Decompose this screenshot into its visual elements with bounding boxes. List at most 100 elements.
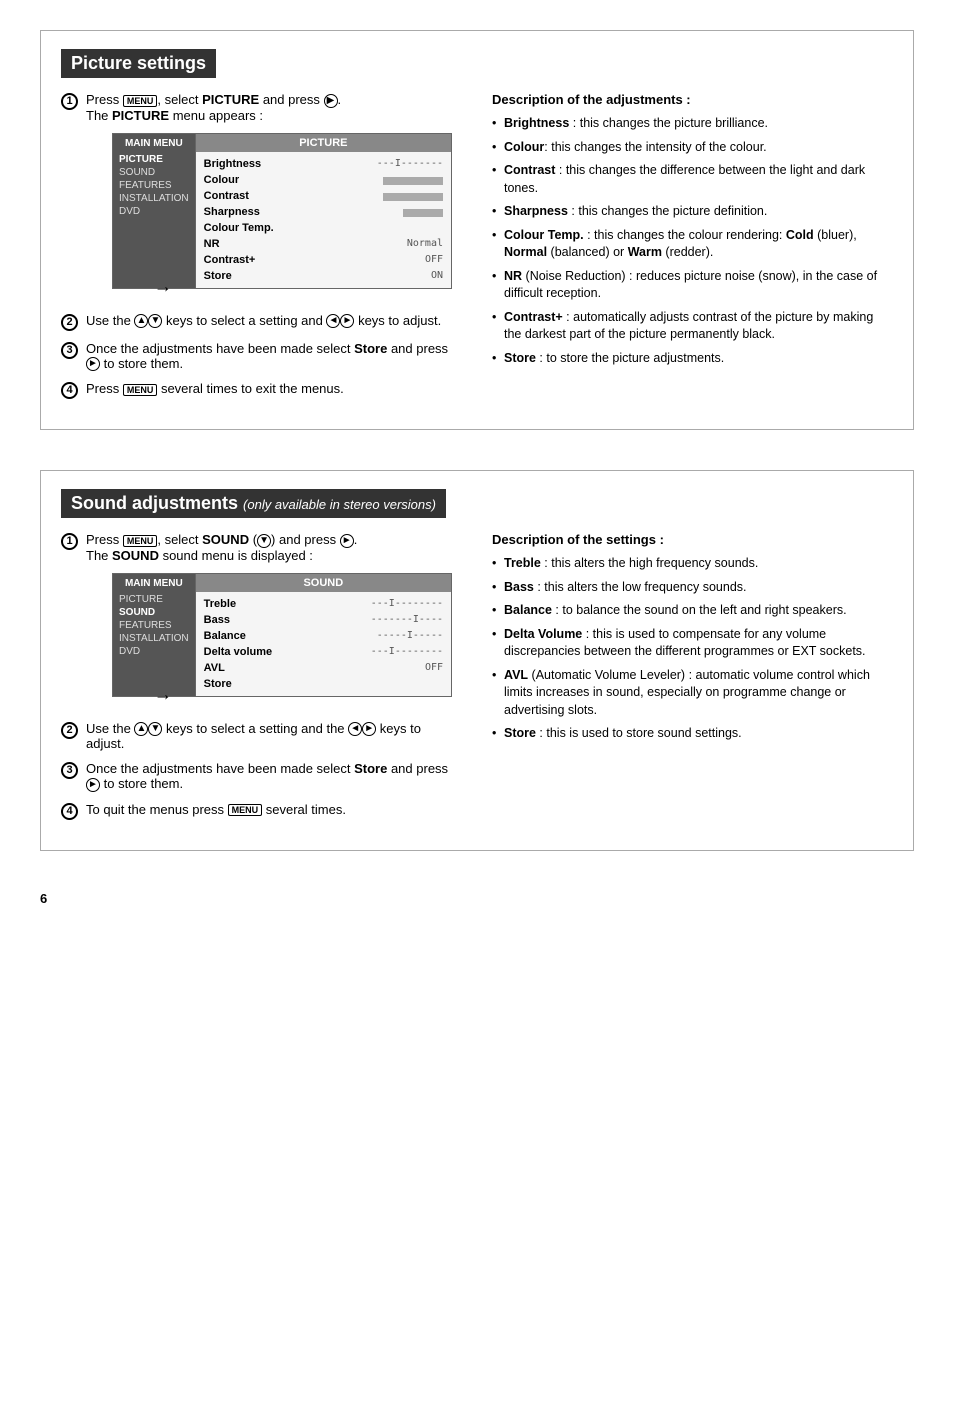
menu-arrow: →	[154, 276, 172, 297]
step1-content: Press MENU, select PICTURE and press ▶. …	[86, 92, 462, 299]
picture-settings-section: Picture settings 1 Press MENU, select PI…	[40, 30, 914, 430]
sound-step1-circle: 1	[61, 533, 78, 550]
desc-contrast: Contrast : this changes the difference b…	[492, 162, 893, 197]
sound-left-col: 1 Press MENU, select SOUND (▼) and press…	[61, 532, 462, 830]
picture-settings-title: Picture settings	[71, 53, 206, 73]
picture-step1: 1 Press MENU, select PICTURE and press ▶…	[61, 92, 462, 299]
sound-right-col: Description of the settings : Treble : t…	[492, 532, 893, 830]
balance-value: -----I-----	[377, 630, 443, 642]
menu-row-treble: Treble ---I--------	[204, 596, 443, 612]
desc-sound-store: Store : this is used to store sound sett…	[492, 725, 893, 743]
sound-menu-item-sound: SOUND	[119, 606, 189, 619]
sound-down-icon: ▼	[148, 722, 162, 736]
sound-bold: SOUND	[202, 532, 249, 547]
nr-label: NR	[204, 238, 220, 250]
step1-line2: The PICTURE menu appears :	[86, 108, 462, 123]
contrast-bar	[383, 193, 443, 201]
menu-row-avl: AVL OFF	[204, 660, 443, 676]
menu-row-nr: NR Normal	[204, 236, 443, 252]
menu-right-panel: PICTURE Brightness ---I------- Colour	[195, 134, 451, 288]
sound-menu-icon: MENU	[123, 535, 158, 547]
brightness-label: Brightness	[204, 158, 261, 170]
colour-temp-label: Colour Temp.	[204, 222, 274, 234]
picture-settings-header: Picture settings	[61, 49, 216, 78]
sound-left-icon: ◄	[348, 722, 362, 736]
picture-step4: 4 Press MENU several times to exit the m…	[61, 381, 462, 399]
right-circle-icon: ►	[86, 357, 100, 371]
picture-desc-title: Description of the adjustments :	[492, 92, 893, 107]
sound-settings-header: Sound adjustments (only available in ste…	[61, 489, 446, 518]
delta-volume-value: ---I--------	[371, 646, 443, 658]
sound-content: 1 Press MENU, select SOUND (▼) and press…	[61, 532, 893, 830]
delta-volume-label: Delta volume	[204, 646, 272, 658]
picture-bold2: PICTURE	[112, 108, 169, 123]
sound-settings-subtitle: (only available in stereo versions)	[243, 497, 436, 512]
left-arrow-icon: ◄	[326, 314, 340, 328]
main-menu-title: MAIN MENU	[119, 138, 189, 149]
desc-delta-volume: Delta Volume : this is used to compensat…	[492, 626, 893, 661]
avl-value: OFF	[425, 662, 443, 674]
menu-item-picture: PICTURE	[119, 153, 189, 166]
sound-step2-circle: 2	[61, 722, 78, 739]
picture-right-col: Description of the adjustments : Brightn…	[492, 92, 893, 409]
picture-menu-title: PICTURE	[196, 134, 451, 152]
treble-value: ---I--------	[371, 598, 443, 610]
right-circle-icon2: ►	[340, 534, 354, 548]
picture-step3: 3 Once the adjustments have been made se…	[61, 341, 462, 372]
sound-menu-icon2: MENU	[228, 804, 263, 816]
brightness-value: ---I-------	[377, 158, 443, 170]
sound-step4-circle: 4	[61, 803, 78, 820]
menu-item-sound: SOUND	[119, 166, 189, 179]
contrast-label: Contrast	[204, 190, 249, 202]
menu-item-installation: INSTALLATION	[119, 192, 189, 205]
step4-circle: 4	[61, 382, 78, 399]
sound-menu-items: Treble ---I-------- Bass -------I---- Ba…	[196, 592, 451, 696]
sound-step2-content: Use the ▲▼ keys to select a setting and …	[86, 721, 462, 752]
menu-row-balance: Balance -----I-----	[204, 628, 443, 644]
sound-step3-circle: 3	[61, 762, 78, 779]
step2-content: Use the ▲▼ keys to select a setting and …	[86, 313, 462, 329]
picture-content: 1 Press MENU, select PICTURE and press ▶…	[61, 92, 893, 409]
step2-circle: 2	[61, 314, 78, 331]
desc-brightness: Brightness : this changes the picture br…	[492, 115, 893, 133]
step3-circle: 3	[61, 342, 78, 359]
picture-left-col: 1 Press MENU, select PICTURE and press ▶…	[61, 92, 462, 409]
desc-colour-temp: Colour Temp. : this changes the colour r…	[492, 227, 893, 262]
sound-step4-content: To quit the menus press MENU several tim…	[86, 802, 462, 817]
sound-up-icon: ▲	[134, 722, 148, 736]
step3-content: Once the adjustments have been made sele…	[86, 341, 462, 372]
menu-icon: MENU	[123, 95, 158, 107]
menu-row-sharpness: Sharpness	[204, 204, 443, 220]
down-circle-icon: ▼	[257, 534, 271, 548]
sound-menu-item-installation: INSTALLATION	[119, 632, 189, 645]
sound-menu-title: SOUND	[196, 574, 451, 592]
sound-right-icon: ►	[362, 722, 376, 736]
right-arrow-icon2: ►	[340, 314, 354, 328]
sound-menu-arrow: →	[154, 684, 172, 705]
sound-step1: 1 Press MENU, select SOUND (▼) and press…	[61, 532, 462, 707]
colour-bar	[383, 177, 443, 185]
menu-row-delta-volume: Delta volume ---I--------	[204, 644, 443, 660]
sound-step1-line2: The SOUND sound menu is displayed :	[86, 548, 462, 563]
picture-menu-diagram: MAIN MENU PICTURE SOUND FEATURES INSTALL…	[112, 133, 452, 289]
picture-desc-list: Brightness : this changes the picture br…	[492, 115, 893, 367]
menu-icon2: MENU	[123, 384, 158, 396]
sound-right-circle-icon: ►	[86, 778, 100, 792]
menu-row-bass: Bass -------I----	[204, 612, 443, 628]
store-bold: Store	[354, 341, 387, 356]
sound-step1-content: Press MENU, select SOUND (▼) and press ►…	[86, 532, 462, 707]
bass-label: Bass	[204, 614, 230, 626]
desc-avl: AVL (Automatic Volume Leveler) : automat…	[492, 667, 893, 720]
menu-row-store: Store ON	[204, 268, 443, 284]
sound-main-menu-title: MAIN MENU	[119, 578, 189, 589]
sound-menu-diagram: MAIN MENU PICTURE SOUND FEATURES INSTALL…	[112, 573, 452, 697]
treble-label: Treble	[204, 598, 236, 610]
sound-bold2: SOUND	[112, 548, 159, 563]
sound-step4: 4 To quit the menus press MENU several t…	[61, 802, 462, 820]
down-arrow-icon: ▼	[148, 314, 162, 328]
balance-label: Balance	[204, 630, 246, 642]
step1-circle: 1	[61, 93, 78, 110]
sound-step2: 2 Use the ▲▼ keys to select a setting an…	[61, 721, 462, 752]
step1-line1: Press MENU, select PICTURE and press ▶.	[86, 92, 462, 108]
desc-contrast-plus: Contrast+ : automatically adjusts contra…	[492, 309, 893, 344]
